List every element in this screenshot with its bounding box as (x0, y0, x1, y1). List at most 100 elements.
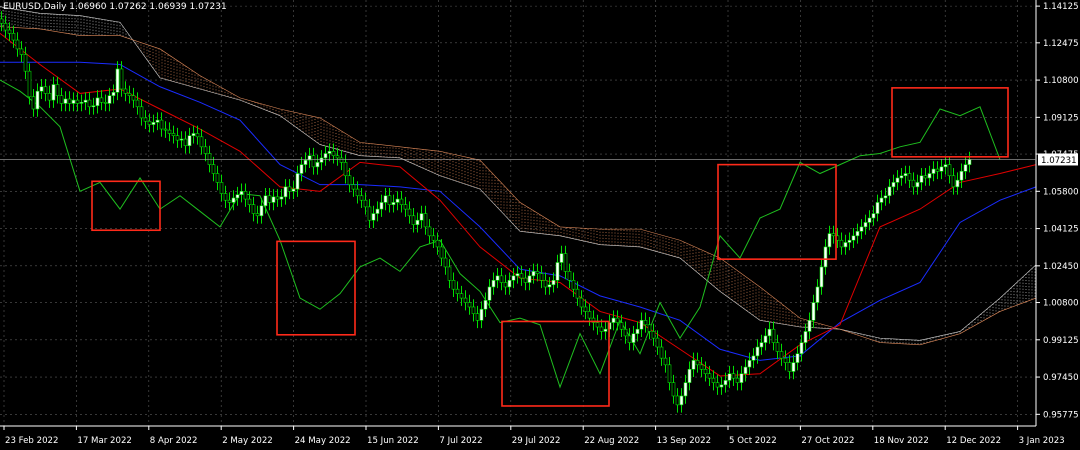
ichimoku-chart[interactable]: 23 Feb 2022 17 Mar 2022 8 Apr 2022 2 May 20… (0, 0, 1080, 446)
bear-candle (195, 133, 200, 138)
bear-candle (139, 106, 144, 119)
x-tick-label: 23 Feb 2022 (5, 436, 58, 446)
bull-candle (691, 360, 696, 370)
y-tick-label: 1.12475 (1043, 39, 1079, 49)
bull-candle (327, 150, 332, 154)
bear-candle (619, 322, 624, 330)
bull-candle (739, 373, 744, 383)
bear-candle (467, 302, 472, 308)
bear-candle (411, 215, 416, 225)
bull-candle (631, 333, 636, 343)
bear-candle (423, 213, 428, 228)
chart-container[interactable]: 23 Feb 2022 17 Mar 2022 8 Apr 2022 2 May 20… (0, 0, 1080, 446)
bull-candle (487, 286, 492, 301)
bull-candle (319, 157, 324, 163)
bull-candle (187, 135, 192, 147)
x-tick-label: 22 Aug 2022 (584, 436, 639, 446)
bear-candle (159, 119, 164, 130)
y-tick-label: 0.99125 (1043, 336, 1079, 346)
bull-candle (603, 328, 608, 332)
bull-candle (759, 342, 764, 348)
bear-candle (43, 86, 48, 94)
bull-candle (807, 320, 812, 332)
bear-candle (435, 239, 440, 248)
bear-candle (331, 150, 336, 157)
x-tick-label: 24 May 2022 (295, 436, 351, 446)
bull-candle (511, 275, 516, 281)
bear-candle (947, 164, 952, 177)
y-tick-label: 1.00800 (1043, 299, 1079, 309)
bear-candle (615, 317, 620, 323)
bull-candle (315, 162, 320, 168)
bull-candle (867, 217, 872, 223)
bear-candle (539, 273, 544, 281)
bear-candle (459, 293, 464, 299)
bear-candle (563, 253, 568, 272)
bear-candle (227, 199, 232, 203)
y-tick-label: 1.14125 (1043, 2, 1079, 12)
bull-candle (767, 328, 772, 337)
bear-candle (407, 208, 412, 217)
bear-candle (447, 266, 452, 281)
bull-candle (875, 202, 880, 214)
bear-candle (599, 326, 604, 332)
bear-candle (339, 157, 344, 163)
bear-candle (23, 54, 28, 72)
bear-candle (651, 331, 656, 339)
bear-candle (707, 373, 712, 379)
bear-candle (475, 313, 480, 321)
bear-candle (275, 196, 280, 200)
bull-candle (611, 317, 616, 323)
bull-candle (639, 320, 644, 330)
bear-candle (55, 84, 60, 96)
bear-candle (643, 320, 648, 326)
bear-candle (627, 335, 632, 343)
x-tick-label: 8 Apr 2022 (150, 436, 198, 446)
bull-candle (295, 173, 300, 190)
bull-candle (259, 205, 264, 217)
bear-candle (431, 235, 436, 241)
bear-candle (203, 146, 208, 154)
bear-candle (735, 377, 740, 383)
bull-candle (963, 164, 968, 172)
bull-candle (383, 195, 388, 203)
bear-candle (147, 120, 152, 125)
bear-candle (471, 306, 476, 314)
bear-candle (167, 129, 172, 134)
bear-candle (267, 195, 272, 203)
bull-candle (847, 239, 852, 243)
bear-candle (439, 246, 444, 259)
bull-candle (879, 197, 884, 203)
bull-candle (271, 196, 276, 203)
bear-candle (779, 351, 784, 359)
bear-candle (67, 98, 72, 104)
bull-candle (871, 213, 876, 219)
bear-candle (695, 360, 700, 366)
bear-candle (587, 311, 592, 319)
bear-candle (711, 377, 716, 383)
bear-candle (535, 271, 540, 274)
bear-candle (907, 173, 912, 181)
y-tick-label: 1.09125 (1043, 113, 1079, 123)
bear-candle (699, 364, 704, 370)
bear-candle (951, 175, 956, 188)
bear-candle (243, 191, 248, 200)
bull-candle (823, 246, 828, 268)
y-tick-label: 1.10800 (1043, 76, 1079, 86)
bear-candle (663, 357, 668, 366)
bull-candle (763, 335, 768, 343)
y-tick-label: 0.95775 (1043, 410, 1079, 420)
bear-candle (567, 271, 572, 281)
bear-candle (355, 188, 360, 197)
bull-candle (919, 175, 924, 183)
bull-candle (107, 95, 112, 104)
bull-candle (115, 68, 120, 93)
bull-candle (743, 366, 748, 375)
bear-candle (59, 95, 64, 104)
x-tick-label: 13 Sep 2022 (657, 436, 711, 446)
bear-candle (783, 357, 788, 363)
bear-candle (443, 257, 448, 268)
bear-candle (463, 297, 468, 303)
bull-candle (283, 186, 288, 198)
bull-candle (291, 188, 296, 192)
